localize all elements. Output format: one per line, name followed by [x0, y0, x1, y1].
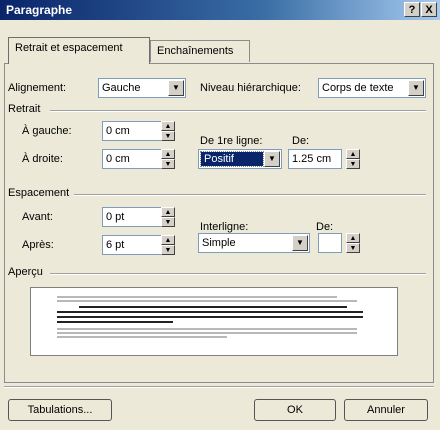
interligne-value: Simple [202, 237, 236, 249]
retrait-droite-label: À droite: [22, 153, 63, 165]
apres-label: Après: [22, 239, 54, 251]
spin-down-icon[interactable]: ▼ [161, 217, 175, 227]
interligne-dropdown-icon[interactable]: ▼ [292, 235, 308, 251]
retrait-gauche-input[interactable]: 0 cm [102, 121, 162, 141]
spin-up-icon[interactable]: ▲ [161, 149, 175, 159]
preview-line [57, 316, 363, 318]
tab-retrait-espacement-label: Retrait et espacement [15, 42, 123, 54]
retrait-group-label: Retrait [8, 103, 41, 115]
interligne-de-label: De: [316, 221, 334, 233]
close-button[interactable]: X [421, 2, 437, 17]
spin-down-icon[interactable]: ▼ [161, 245, 175, 255]
premiere-ligne-select[interactable]: Positif ▼ [198, 149, 282, 169]
spin-up-icon[interactable]: ▲ [161, 207, 175, 217]
preview-line [57, 300, 357, 302]
window-title: Paragraphe [6, 3, 73, 17]
preview-line [57, 321, 173, 323]
spin-down-icon[interactable]: ▼ [346, 159, 360, 169]
alignement-value: Gauche [102, 82, 141, 94]
tabulations-button[interactable]: Tabulations... [8, 399, 112, 421]
apercu-preview [30, 287, 398, 356]
apercu-group-label: Aperçu [8, 266, 43, 278]
retrait-de-value: 1.25 cm [292, 153, 332, 165]
avant-input[interactable]: 0 pt [102, 207, 162, 227]
premiere-ligne-value: Positif [200, 151, 264, 167]
retrait-divider [50, 110, 426, 112]
spin-up-icon[interactable]: ▲ [161, 235, 175, 245]
apres-spinner[interactable]: ▲ ▼ [161, 235, 175, 255]
spin-up-icon[interactable]: ▲ [346, 149, 360, 159]
niveau-value: Corps de texte [322, 82, 394, 94]
retrait-droite-value: 0 cm [106, 153, 130, 165]
retrait-gauche-label: À gauche: [22, 125, 72, 137]
apercu-divider [50, 273, 426, 275]
alignement-select[interactable]: Gauche ▼ [98, 78, 186, 98]
annuler-button[interactable]: Annuler [344, 399, 428, 421]
spin-down-icon[interactable]: ▼ [346, 243, 360, 253]
apres-value: 6 pt [106, 239, 125, 251]
retrait-de-label: De: [292, 135, 310, 147]
interligne-de-input[interactable] [318, 233, 342, 253]
tab-retrait-espacement[interactable]: Retrait et espacement [8, 37, 150, 64]
alignement-dropdown-icon[interactable]: ▼ [168, 80, 184, 96]
avant-label: Avant: [22, 211, 53, 223]
tab-enchainements[interactable]: Enchaînements [150, 40, 250, 62]
avant-value: 0 pt [106, 211, 125, 223]
ok-button[interactable]: OK [254, 399, 336, 421]
apres-input[interactable]: 6 pt [102, 235, 162, 255]
spin-up-icon[interactable]: ▲ [161, 121, 175, 131]
interligne-de-spinner[interactable]: ▲ ▼ [346, 233, 360, 253]
bottom-divider [4, 386, 434, 388]
preview-line [57, 311, 363, 313]
espacement-group-label: Espacement [8, 187, 70, 199]
preview-line [57, 336, 227, 338]
retrait-gauche-spinner[interactable]: ▲ ▼ [161, 121, 175, 141]
niveau-label: Niveau hiérarchique: [200, 82, 301, 94]
retrait-droite-spinner[interactable]: ▲ ▼ [161, 149, 175, 169]
preview-line [57, 332, 357, 334]
premiere-ligne-dropdown-icon[interactable]: ▼ [264, 151, 280, 167]
spin-up-icon[interactable]: ▲ [346, 233, 360, 243]
tab-enchainements-label: Enchaînements [157, 45, 234, 57]
alignement-label: Alignement: [8, 82, 67, 94]
avant-spinner[interactable]: ▲ ▼ [161, 207, 175, 227]
niveau-dropdown-icon[interactable]: ▼ [408, 80, 424, 96]
retrait-de-spinner[interactable]: ▲ ▼ [346, 149, 360, 169]
help-button[interactable]: ? [404, 2, 420, 17]
preview-line [57, 296, 337, 298]
retrait-gauche-value: 0 cm [106, 125, 130, 137]
spin-down-icon[interactable]: ▼ [161, 159, 175, 169]
spin-down-icon[interactable]: ▼ [161, 131, 175, 141]
niveau-select[interactable]: Corps de texte ▼ [318, 78, 426, 98]
interligne-label: Interligne: [200, 221, 249, 233]
preview-line [57, 328, 357, 330]
premiere-ligne-label: De 1re ligne: [200, 135, 263, 147]
retrait-droite-input[interactable]: 0 cm [102, 149, 162, 169]
espacement-divider [74, 194, 426, 196]
retrait-de-input[interactable]: 1.25 cm [288, 149, 342, 169]
interligne-select[interactable]: Simple ▼ [198, 233, 310, 253]
preview-line [79, 306, 347, 308]
